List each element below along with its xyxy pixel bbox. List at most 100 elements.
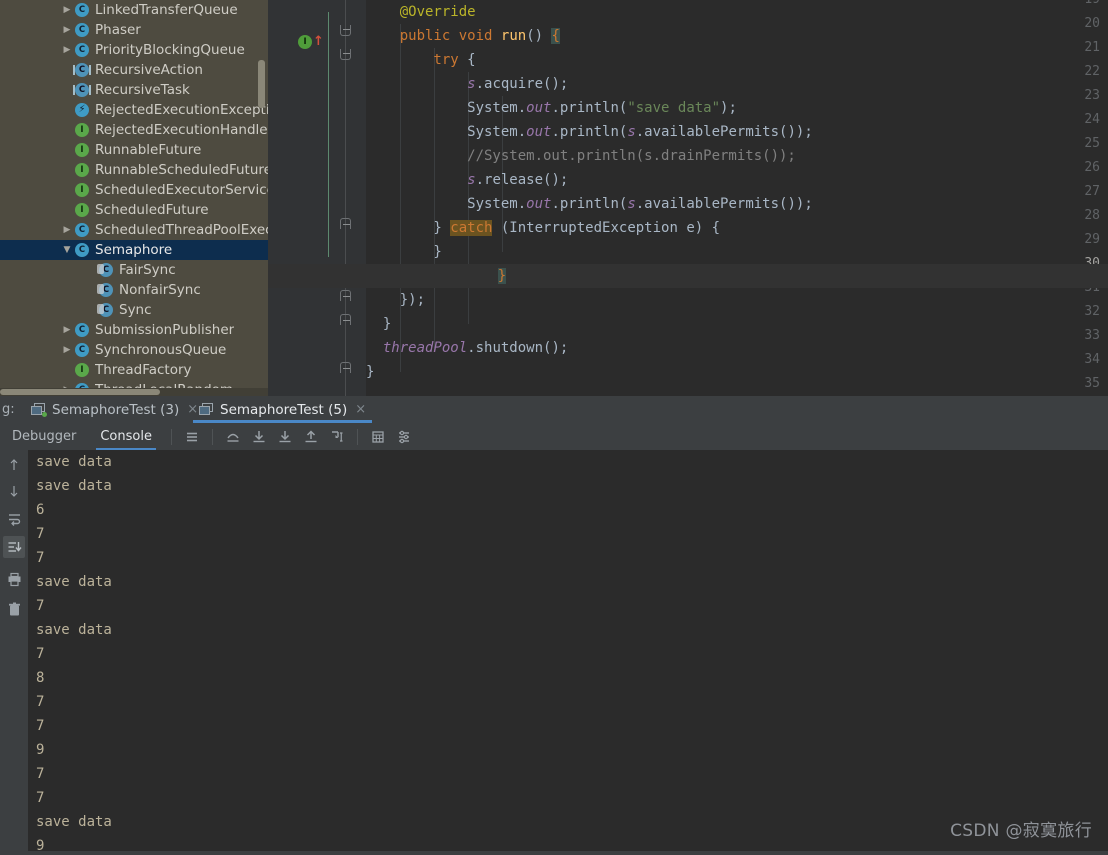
tree-item-nonfairsync[interactable]: C NonfairSync (0, 280, 268, 300)
tree-item-label: RunnableScheduledFuture (95, 162, 268, 178)
tree-item-phaser[interactable]: ▶ C Phaser (0, 20, 268, 40)
tree-item-submissionpublisher[interactable]: ▶ C SubmissionPublisher (0, 320, 268, 340)
toolbar-divider-3 (356, 428, 358, 445)
tree-item-scheduledexecutorservice[interactable]: I ScheduledExecutorService (0, 180, 268, 200)
inner-class-icon: C (97, 262, 114, 278)
run-to-cursor-icon[interactable] (326, 426, 348, 448)
run-tab-1[interactable]: SemaphoreTest (3) × (25, 396, 204, 423)
abstract-class-icon: C (73, 82, 91, 98)
fold-handle-line-21[interactable] (340, 49, 351, 60)
run-tab-label: SemaphoreTest (5) (220, 401, 348, 418)
code-line-29: } (366, 244, 442, 260)
chevron-right-icon[interactable]: ▶ (60, 20, 74, 40)
editor-region: ▶ C LinkedTransferQueue ▶ C Phaser ▶ C PriorityB… (0, 0, 1108, 396)
tree-item-scheduledfuture[interactable]: I ScheduledFuture (0, 200, 268, 220)
tree-item-runnablefuture[interactable]: I RunnableFuture (0, 140, 268, 160)
console-line: save data (36, 814, 112, 830)
structure-tree-popup[interactable]: ▶ C LinkedTransferQueue ▶ C Phaser ▶ C PriorityB… (0, 0, 268, 396)
clear-all-icon[interactable] (3, 598, 25, 620)
class-icon: C (74, 22, 90, 38)
tree-vertical-scrollbar[interactable] (258, 60, 265, 108)
tree-item-semaphore[interactable]: ▼ C Semaphore (0, 240, 268, 260)
console-line: 7 (36, 790, 45, 806)
print-icon[interactable] (3, 568, 25, 590)
console-line: save data (36, 622, 112, 638)
interface-icon: I (74, 122, 90, 138)
fold-handle-line-28[interactable] (340, 218, 351, 229)
override-method-icon[interactable]: I (298, 35, 312, 49)
chevron-right-icon[interactable]: ▶ (60, 0, 74, 20)
tree-item-threadfactory[interactable]: I ThreadFactory (0, 360, 268, 380)
code-line-21: try { (366, 52, 476, 68)
tree-item-scheduledthreadpoolexecu[interactable]: ▶ C ScheduledThreadPoolExecu (0, 220, 268, 240)
scroll-up-icon[interactable] (3, 454, 25, 476)
tree-item-label: Sync (119, 302, 152, 318)
exception-class-icon: ⚡ (74, 102, 90, 118)
chevron-right-icon[interactable]: ▶ (60, 340, 74, 360)
tree-item-rejectedexecutionexceptio[interactable]: ⚡ RejectedExecutionExceptio (0, 100, 268, 120)
pane-tab-label: Console (100, 429, 152, 444)
interface-icon: I (74, 202, 90, 218)
settings-icon[interactable] (393, 426, 415, 448)
close-icon[interactable]: × (355, 402, 366, 417)
force-step-into-icon[interactable] (274, 426, 296, 448)
tree-item-label: RejectedExecutionExceptio (95, 102, 268, 118)
tree-item-label: Phaser (95, 22, 141, 38)
tree-item-label: RunnableFuture (95, 142, 202, 158)
abstract-class-icon: C (73, 62, 91, 78)
chevron-right-icon[interactable]: ▶ (60, 320, 74, 340)
tree-item-label: Semaphore (95, 242, 173, 258)
source-editor[interactable]: 1920212223242526272829303132333435 I ↑ @… (268, 0, 1108, 396)
evaluate-expression-icon[interactable] (367, 426, 389, 448)
step-into-icon[interactable] (248, 426, 270, 448)
scroll-down-icon[interactable] (3, 480, 25, 502)
console-line: 9 (36, 838, 45, 851)
step-out-icon[interactable] (300, 426, 322, 448)
tree-item-recursivetask[interactable]: C RecursiveTask (0, 80, 268, 100)
chevron-right-icon[interactable]: ▶ (60, 40, 74, 60)
tree-horizontal-scrollbar[interactable] (0, 388, 268, 396)
tree-item-label: SubmissionPublisher (95, 322, 235, 338)
code-text[interactable]: @Override public void run() { try { s.ac… (268, 0, 1108, 396)
chevron-down-icon[interactable]: ▼ (60, 240, 74, 260)
fold-handle-line-32[interactable] (340, 314, 351, 325)
tree-item-fairsync[interactable]: C FairSync (0, 260, 268, 280)
console-line: save data (36, 574, 112, 590)
code-line-19: @Override (366, 4, 476, 20)
fold-handle-line-34[interactable] (340, 362, 351, 373)
editor-gutter[interactable] (268, 0, 324, 396)
scroll-to-end-icon[interactable] (3, 536, 25, 558)
run-configuration-icon (199, 403, 214, 416)
step-over-icon[interactable] (222, 426, 244, 448)
tree-item-runnablescheduledfuture[interactable]: I RunnableScheduledFuture (0, 160, 268, 180)
tree-item-sync[interactable]: C Sync (0, 300, 268, 320)
chevron-right-icon[interactable]: ▶ (60, 220, 74, 240)
tree-item-priorityblockingqueue[interactable]: ▶ C PriorityBlockingQueue (0, 40, 268, 60)
pane-tab-console[interactable]: Console (88, 423, 164, 450)
frames-menu-icon[interactable] (181, 426, 203, 448)
console-output-area[interactable]: save data save data 6 7 7 save data 7 save data… (28, 450, 1108, 851)
tree-item-label: ScheduledThreadPoolExecu (95, 222, 268, 238)
tree-item-rejectedexecutionhandler[interactable]: I RejectedExecutionHandler (0, 120, 268, 140)
inner-class-icon: C (97, 302, 114, 318)
pane-tab-debugger[interactable]: Debugger (0, 423, 88, 450)
fold-handle-line-20[interactable] (340, 25, 351, 36)
tree-item-label: RecursiveTask (95, 82, 190, 98)
console-line: save data (36, 478, 112, 494)
tree-item-synchronousqueue[interactable]: ▶ C SynchronousQueue (0, 340, 268, 360)
toolbar-divider-1 (170, 428, 172, 445)
console-line: 7 (36, 718, 45, 734)
soft-wrap-icon[interactable] (3, 508, 25, 530)
interface-icon: I (74, 142, 90, 158)
fold-handle-line-31[interactable] (340, 290, 351, 301)
run-tab-2[interactable]: SemaphoreTest (5) × (193, 396, 373, 423)
console-line: 7 (36, 646, 45, 662)
tree-hscroll-thumb[interactable] (0, 389, 160, 395)
code-line-34: } (366, 364, 375, 380)
tree-item-label: PriorityBlockingQueue (95, 42, 245, 58)
tree-item-recursiveaction[interactable]: C RecursiveAction (0, 60, 268, 80)
tree-item-linkedtransferqueue[interactable]: ▶ C LinkedTransferQueue (0, 0, 268, 20)
